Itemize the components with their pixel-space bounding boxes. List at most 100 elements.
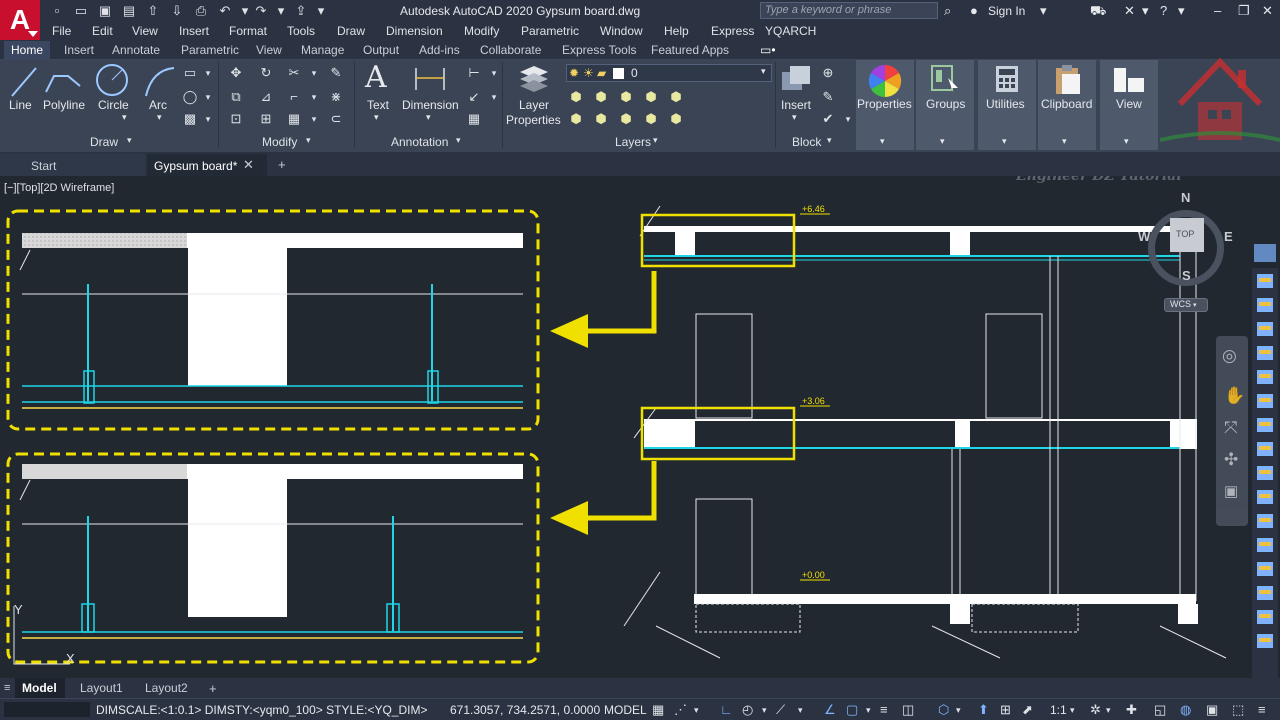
tab-start[interactable]: Start <box>0 154 145 176</box>
menu-tools[interactable]: Tools <box>287 24 315 38</box>
lock-icon[interactable]: ▰ <box>597 66 606 80</box>
lightbulb-icon[interactable]: ✹ <box>569 66 579 80</box>
tab-model[interactable]: Model <box>15 678 65 698</box>
dimension-dropdown-icon[interactable]: ▾ <box>426 112 431 123</box>
tab-annotate[interactable]: Annotate <box>112 43 160 57</box>
dimension-button[interactable]: Dimension <box>402 98 459 112</box>
close-tab-icon[interactable]: ✕ <box>243 157 254 173</box>
properties-panel[interactable]: Properties ▾ <box>856 60 914 150</box>
scale-icon[interactable]: ⊞ <box>258 112 274 126</box>
view-label[interactable]: View <box>1116 97 1142 111</box>
wcs-label[interactable]: WCS <box>1170 299 1191 309</box>
customize-dropdown-icon[interactable]: ▾ <box>312 3 330 19</box>
layer-properties-icon[interactable] <box>516 64 550 94</box>
menu-parametric[interactable]: Parametric <box>521 24 579 38</box>
block-panel-dropdown-icon[interactable]: ▾ <box>827 135 832 146</box>
restore-icon[interactable]: ❐ <box>1238 2 1250 20</box>
tool-palette-icons[interactable] <box>1252 268 1278 678</box>
groups-panel[interactable]: Groups ▾ <box>916 60 974 150</box>
layer-tool-icon[interactable]: ⬢ <box>593 112 609 126</box>
menu-format[interactable]: Format <box>229 24 267 38</box>
menu-view[interactable]: View <box>132 24 158 38</box>
ribbon-toggle-icon[interactable]: ▭• <box>760 43 776 57</box>
layer-tool-icon[interactable]: ⬢ <box>643 112 659 126</box>
polyline-button[interactable]: Polyline <box>43 98 85 112</box>
tab-manage[interactable]: Manage <box>301 43 344 57</box>
help-dropdown-icon[interactable]: ▾ <box>1178 2 1185 20</box>
trim-dropdown-icon[interactable]: ▾ <box>306 66 322 80</box>
groups-dropdown-icon[interactable]: ▾ <box>940 136 945 147</box>
workspace-icon[interactable]: ⊞ <box>1000 702 1011 718</box>
orbit-icon[interactable]: ✣ <box>1224 450 1238 470</box>
linear-dimension-icon[interactable]: ⊢ <box>466 66 482 80</box>
menu-yqarch[interactable]: YQARCH <box>765 24 816 38</box>
table-icon[interactable]: ▦ <box>466 112 482 126</box>
snap-dropdown-icon[interactable]: ▾ <box>694 702 699 718</box>
layer-tool-icon[interactable]: ⬢ <box>618 112 634 126</box>
mirror-icon[interactable]: ⊿ <box>258 90 274 104</box>
utilities-label[interactable]: Utilities <box>986 97 1025 111</box>
zoom-extents-icon[interactable]: ⤧ <box>1224 418 1238 438</box>
lineweight-icon[interactable]: ≡ <box>880 702 888 718</box>
grid-icon[interactable]: ▦ <box>652 702 664 718</box>
menu-file[interactable]: File <box>52 24 71 38</box>
isodraft-dropdown-icon[interactable]: ▾ <box>798 702 803 718</box>
color-wheel-icon[interactable] <box>868 64 902 98</box>
tab-layout1[interactable]: Layout1 <box>80 681 123 695</box>
attribute-dropdown-icon[interactable]: ▾ <box>840 112 856 126</box>
line-button[interactable]: Line <box>9 98 32 112</box>
array-dropdown-icon[interactable]: ▾ <box>306 112 322 126</box>
draw-panel-dropdown-icon[interactable]: ▾ <box>127 135 132 146</box>
tab-featured-apps[interactable]: Featured Apps <box>651 43 729 57</box>
tab-express-tools[interactable]: Express Tools <box>562 43 636 57</box>
hardware-acceleration-icon[interactable]: ▣ <box>1206 702 1218 718</box>
palette-scroll-up-icon[interactable] <box>1254 244 1276 262</box>
viewcube-top-label[interactable]: TOP <box>1176 229 1194 239</box>
ellipse-dropdown-icon[interactable]: ▾ <box>200 90 216 104</box>
layers-panel-dropdown-icon[interactable]: ▾ <box>653 135 658 146</box>
clipboard-dropdown-icon[interactable]: ▾ <box>1062 136 1067 147</box>
menu-edit[interactable]: Edit <box>92 24 113 38</box>
fillet-dropdown-icon[interactable]: ▾ <box>306 90 322 104</box>
layer-tool-icon[interactable]: ⬢ <box>568 90 584 104</box>
download-icon[interactable]: ⇩ <box>168 3 186 19</box>
insert-dropdown-icon[interactable]: ▾ <box>792 112 797 123</box>
text-icon[interactable]: A <box>365 60 387 95</box>
isolate-objects-icon[interactable]: ◍ <box>1180 702 1191 718</box>
menu-window[interactable]: Window <box>600 24 643 38</box>
exchange-icon[interactable]: ✕ <box>1124 2 1135 20</box>
view-icon[interactable] <box>1112 66 1146 94</box>
layer-dropdown[interactable]: ✹ ☀ ▰ 0 ▾ <box>566 64 772 82</box>
exchange-dropdown-icon[interactable]: ▾ <box>1142 2 1149 20</box>
hatch-dropdown-icon[interactable]: ▾ <box>200 112 216 126</box>
tab-insert[interactable]: Insert <box>64 43 94 57</box>
create-block-icon[interactable]: ⊕ <box>820 66 836 80</box>
transparency-icon[interactable]: ◫ <box>902 702 914 718</box>
menu-insert[interactable]: Insert <box>179 24 209 38</box>
layer-dropdown-arrow-icon[interactable]: ▾ <box>761 66 766 77</box>
object-snap-tracking-icon[interactable]: ∠ <box>824 702 836 718</box>
properties-label[interactable]: Properties <box>857 97 912 111</box>
binoculars-icon[interactable]: ⌕ <box>944 2 951 20</box>
wcs-menu[interactable]: WCS ▾ <box>1164 298 1208 312</box>
properties-dropdown-icon[interactable]: ▾ <box>880 136 885 147</box>
autocad-logo[interactable]: A <box>0 0 40 40</box>
steering-wheel-icon[interactable]: ◎ <box>1222 346 1237 366</box>
modify-panel-dropdown-icon[interactable]: ▾ <box>306 135 311 146</box>
annotation-scale[interactable]: 1:1 <box>1050 703 1067 717</box>
layer-tool-icon[interactable]: ⬢ <box>618 90 634 104</box>
menu-help[interactable]: Help <box>664 24 689 38</box>
menu-express[interactable]: Express <box>711 24 754 38</box>
open-file-icon[interactable]: ▭ <box>72 3 90 19</box>
offset-icon[interactable]: ⊂ <box>328 112 344 126</box>
text-dropdown-icon[interactable]: ▾ <box>374 112 379 123</box>
menu-modify[interactable]: Modify <box>464 24 499 38</box>
clean-screen-icon[interactable]: ⬚ <box>1232 702 1244 718</box>
add-workspace-icon[interactable]: ✚ <box>1126 702 1137 718</box>
share-icon[interactable]: ⇪ <box>292 3 310 19</box>
command-prompt-area[interactable] <box>4 702 90 717</box>
tab-parametric[interactable]: Parametric <box>181 43 239 57</box>
redo-icon[interactable]: ↷ <box>252 3 270 19</box>
signin-dropdown-icon[interactable]: ▾ <box>1040 2 1047 20</box>
groups-label[interactable]: Groups <box>926 97 965 111</box>
